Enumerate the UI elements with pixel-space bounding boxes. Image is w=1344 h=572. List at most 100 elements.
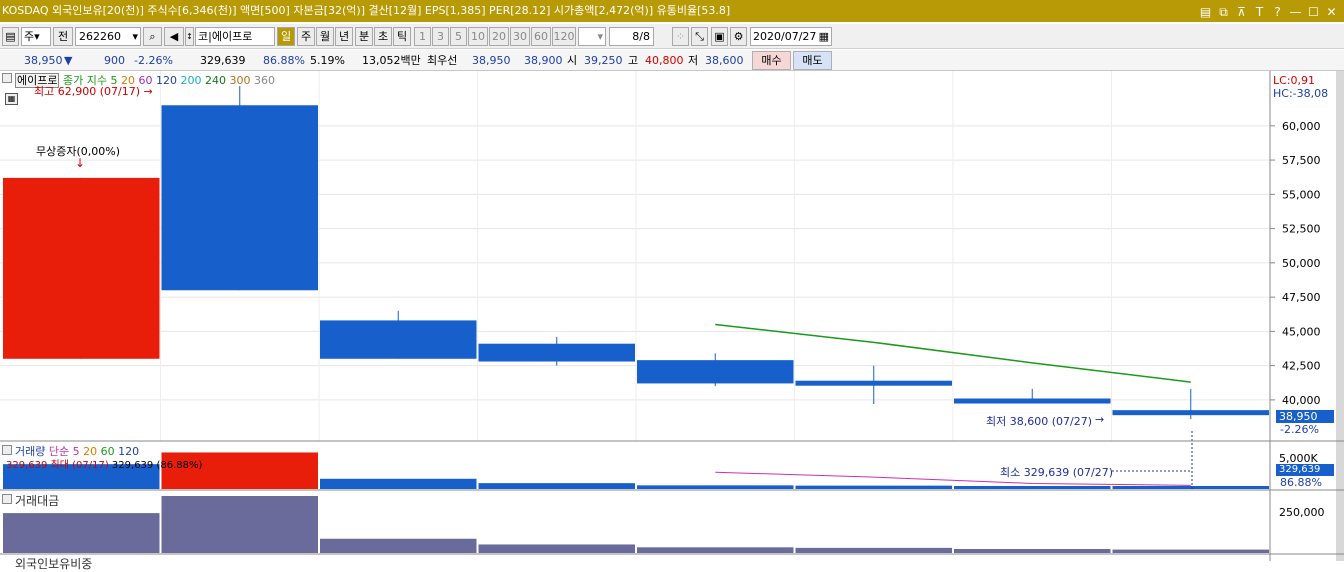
market-select[interactable]: 주▾: [21, 27, 51, 46]
low-annotation: 최저 38,600 (07/27): [986, 415, 1093, 428]
current-price-tag: 38,950: [1276, 410, 1334, 423]
y-tick-label: 52,500: [1282, 223, 1321, 236]
amount-bar: [320, 538, 477, 553]
legend-ma120: 120: [155, 74, 177, 87]
interval-120-button[interactable]: 120: [552, 27, 576, 46]
maximize-icon[interactable]: ☐: [1307, 2, 1320, 22]
scrollbar[interactable]: [1336, 71, 1344, 561]
interval-1-button[interactable]: 1: [414, 27, 431, 46]
volume-pct-label: 86.88%: [1280, 476, 1322, 489]
sell-button[interactable]: 매도: [793, 51, 832, 70]
volume-max-tail: 329,639 (86.88%): [111, 460, 203, 471]
window-buttons: ▤ ⧉ ⊼ T ? — ☐ ✕: [1199, 2, 1338, 22]
legend-ma240: 240: [204, 74, 226, 87]
close-icon[interactable]: ✕: [1325, 2, 1338, 22]
name-prefix: 코: [198, 30, 209, 43]
menu-icon[interactable]: ▤: [2, 27, 19, 46]
turnover-rate: 5.19%: [310, 54, 345, 67]
custom-interval-select[interactable]: ▾: [578, 27, 606, 46]
candle-body: [320, 320, 477, 359]
calendar-icon[interactable]: ▦: [819, 28, 829, 45]
best-quote-label: 최우선: [427, 54, 458, 67]
y-tick-label: 57,500: [1282, 154, 1321, 167]
pin-icon[interactable]: ⊼: [1235, 2, 1248, 22]
toolbar: ▤ 주▾ 전 262260 ▾ ⌕ ◀ ↕ 코|에이프로 일 주 월 년 분 초 …: [0, 24, 1344, 49]
price-chart[interactable]: 60,000 57,500 55,000 52,500 50,000 47,500 45,0…: [0, 71, 1344, 561]
table-icon[interactable]: ▦: [5, 93, 18, 105]
y-tick-label: 47,500: [1282, 291, 1321, 304]
collapse-icon[interactable]: [2, 73, 12, 83]
prev-next-icon[interactable]: ↕: [185, 27, 194, 46]
period-tick-button[interactable]: 틱: [393, 27, 411, 46]
candle-body: [637, 360, 794, 384]
amount-legend: 거래대금: [15, 494, 60, 508]
volume-bar: [637, 485, 794, 489]
code-value: 262260: [79, 30, 121, 43]
volume-bar: [795, 485, 952, 489]
copy-icon[interactable]: ⧉: [1217, 2, 1230, 22]
period-year-button[interactable]: 년: [335, 27, 353, 46]
amount-collapse-icon[interactable]: [2, 494, 12, 504]
period-minute-button[interactable]: 분: [355, 27, 373, 46]
change-percent: -2.26%: [134, 54, 173, 67]
volume-collapse-icon[interactable]: [2, 445, 12, 455]
volume-bar: [1112, 486, 1269, 489]
y-tick-label: 50,000: [1282, 257, 1321, 270]
sound-icon[interactable]: ◀: [164, 27, 184, 46]
period-second-button[interactable]: 초: [374, 27, 392, 46]
gear-icon[interactable]: ⚙: [730, 27, 747, 46]
volume-current-tag: 329,639: [1276, 464, 1334, 476]
interval-10-button[interactable]: 10: [468, 27, 488, 46]
volume-max-annotation: 329,639 최대 (07/17) 329,639 (86.88%): [6, 456, 202, 471]
period-day-button[interactable]: 일: [277, 27, 295, 46]
candle-body: [795, 380, 952, 386]
title-bar: KOSDAQ 외국인보유[20(천)] 주식수[6,346(천)] 액면[500…: [0, 0, 1344, 22]
best-ask: 38,950: [472, 54, 511, 67]
y-tick-label: 42,500: [1282, 360, 1321, 373]
high-price: 40,800: [645, 54, 684, 67]
market-select-value: 주: [24, 30, 35, 43]
hc-label: HC:-38,08: [1273, 87, 1329, 100]
trade-amount: 13,052백만: [362, 54, 421, 67]
date-input[interactable]: 2020/07/27 ▦: [750, 27, 832, 46]
zoom-icon[interactable]: ⤡: [691, 27, 708, 46]
period-month-button[interactable]: 월: [316, 27, 334, 46]
grid-icon[interactable]: ⁘: [672, 27, 689, 46]
date-value: 2020/07/27: [753, 30, 817, 43]
amount-bar: [795, 547, 952, 553]
legend-ma360: 360: [253, 74, 275, 87]
interval-60-button[interactable]: 60: [531, 27, 551, 46]
period-week-button[interactable]: 주: [297, 27, 315, 46]
volume-bar: [954, 486, 1111, 489]
buy-button[interactable]: 매수: [752, 51, 791, 70]
help-icon[interactable]: ?: [1271, 2, 1284, 22]
amount-bar: [161, 496, 318, 553]
layout-icon[interactable]: ▤: [1199, 2, 1212, 22]
stock-name-field[interactable]: 코|에이프로: [195, 27, 275, 46]
interval-30-button[interactable]: 30: [510, 27, 530, 46]
interval-20-button[interactable]: 20: [489, 27, 509, 46]
search-icon[interactable]: ⌕: [143, 27, 162, 46]
amount-bar: [3, 513, 160, 553]
interval-5-button[interactable]: 5: [450, 27, 467, 46]
volume-max-text: 329,639 최대 (07/17): [6, 460, 109, 471]
stock-info-text: KOSDAQ 외국인보유[20(천)] 주식수[6,346(천)] 액면[500…: [2, 4, 731, 17]
minimize-icon[interactable]: —: [1289, 2, 1302, 22]
volume-bar: [320, 478, 477, 489]
code-input[interactable]: 262260 ▾: [75, 27, 141, 46]
current-pct-label: -2.26%: [1280, 423, 1319, 436]
foreign-holding-legend: 외국인보유비중: [15, 557, 93, 571]
interval-3-button[interactable]: 3: [432, 27, 449, 46]
text-icon[interactable]: T: [1253, 2, 1266, 22]
best-bid: 38,900: [524, 54, 563, 67]
save-icon[interactable]: ▣: [711, 27, 728, 46]
current-price: 38,950: [24, 54, 63, 67]
price-change: 900: [104, 54, 125, 67]
legend-ma300: 300: [229, 74, 251, 87]
y-tick-label: 60,000: [1282, 120, 1321, 133]
volume-ratio: 86.88%: [263, 54, 305, 67]
stock-name: 에이프로: [211, 30, 253, 43]
down-arrow-icon: ▼: [64, 54, 73, 67]
all-button[interactable]: 전: [53, 27, 73, 46]
candle-body: [478, 343, 635, 362]
